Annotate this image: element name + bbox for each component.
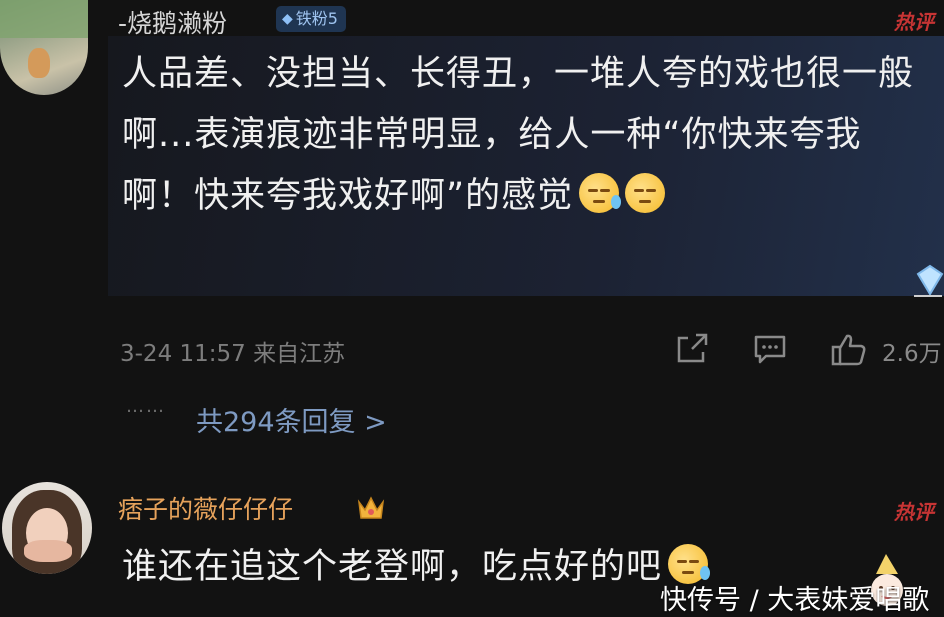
comment-meta: 3-24 11:57 来自江苏: [120, 334, 345, 368]
avatar[interactable]: [2, 482, 92, 574]
replies-dots: ……: [126, 396, 166, 417]
watermark: 快传号 / 大表妹爱唱歌: [660, 585, 930, 616]
avatar-dog-figure: [28, 48, 50, 78]
comment-icon[interactable]: [752, 332, 788, 366]
username[interactable]: 痞子的薇仔仔仔: [118, 490, 293, 526]
comment-location: 来自江苏: [253, 341, 346, 367]
sticker-icon: [914, 264, 944, 297]
fan-badge-label: 铁粉5: [295, 9, 338, 28]
comment-date: 3-24 11:57: [120, 341, 246, 367]
avatar[interactable]: [0, 0, 88, 95]
crown-icon: [357, 496, 385, 519]
diamond-icon: ◆: [282, 11, 293, 27]
hot-comment-tag: 热评: [894, 10, 934, 34]
view-replies-link[interactable]: 共294条回复 >: [196, 400, 387, 439]
comment-text-content: 谁还在追这个老登啊，吃点好的吧: [122, 547, 663, 587]
like-count: 2.6万: [882, 341, 942, 367]
fan-badge[interactable]: ◆ 铁粉5: [276, 6, 346, 32]
avatar-background: [0, 0, 88, 38]
avatar-hands: [24, 540, 72, 562]
comment-text[interactable]: 人品差、没担当、长得丑，一堆人夸的戏也很一般啊...表演痕迹非常明显，给人一种“…: [122, 44, 922, 227]
hot-comment-tag: 热评: [894, 500, 934, 524]
comment-text-content: 人品差、没担当、长得丑，一堆人夸的戏也很一般啊...表演痕迹非常明显，给人一种“…: [122, 54, 915, 216]
username[interactable]: -烧鹅濑粉: [118, 4, 227, 40]
share-icon[interactable]: [674, 332, 710, 366]
sweat-smile-emoji: [579, 173, 622, 213]
comment-text[interactable]: 谁还在追这个老登啊，吃点好的吧: [122, 538, 711, 589]
smirk-emoji: [625, 173, 666, 213]
thumbs-up-icon[interactable]: [830, 332, 868, 368]
